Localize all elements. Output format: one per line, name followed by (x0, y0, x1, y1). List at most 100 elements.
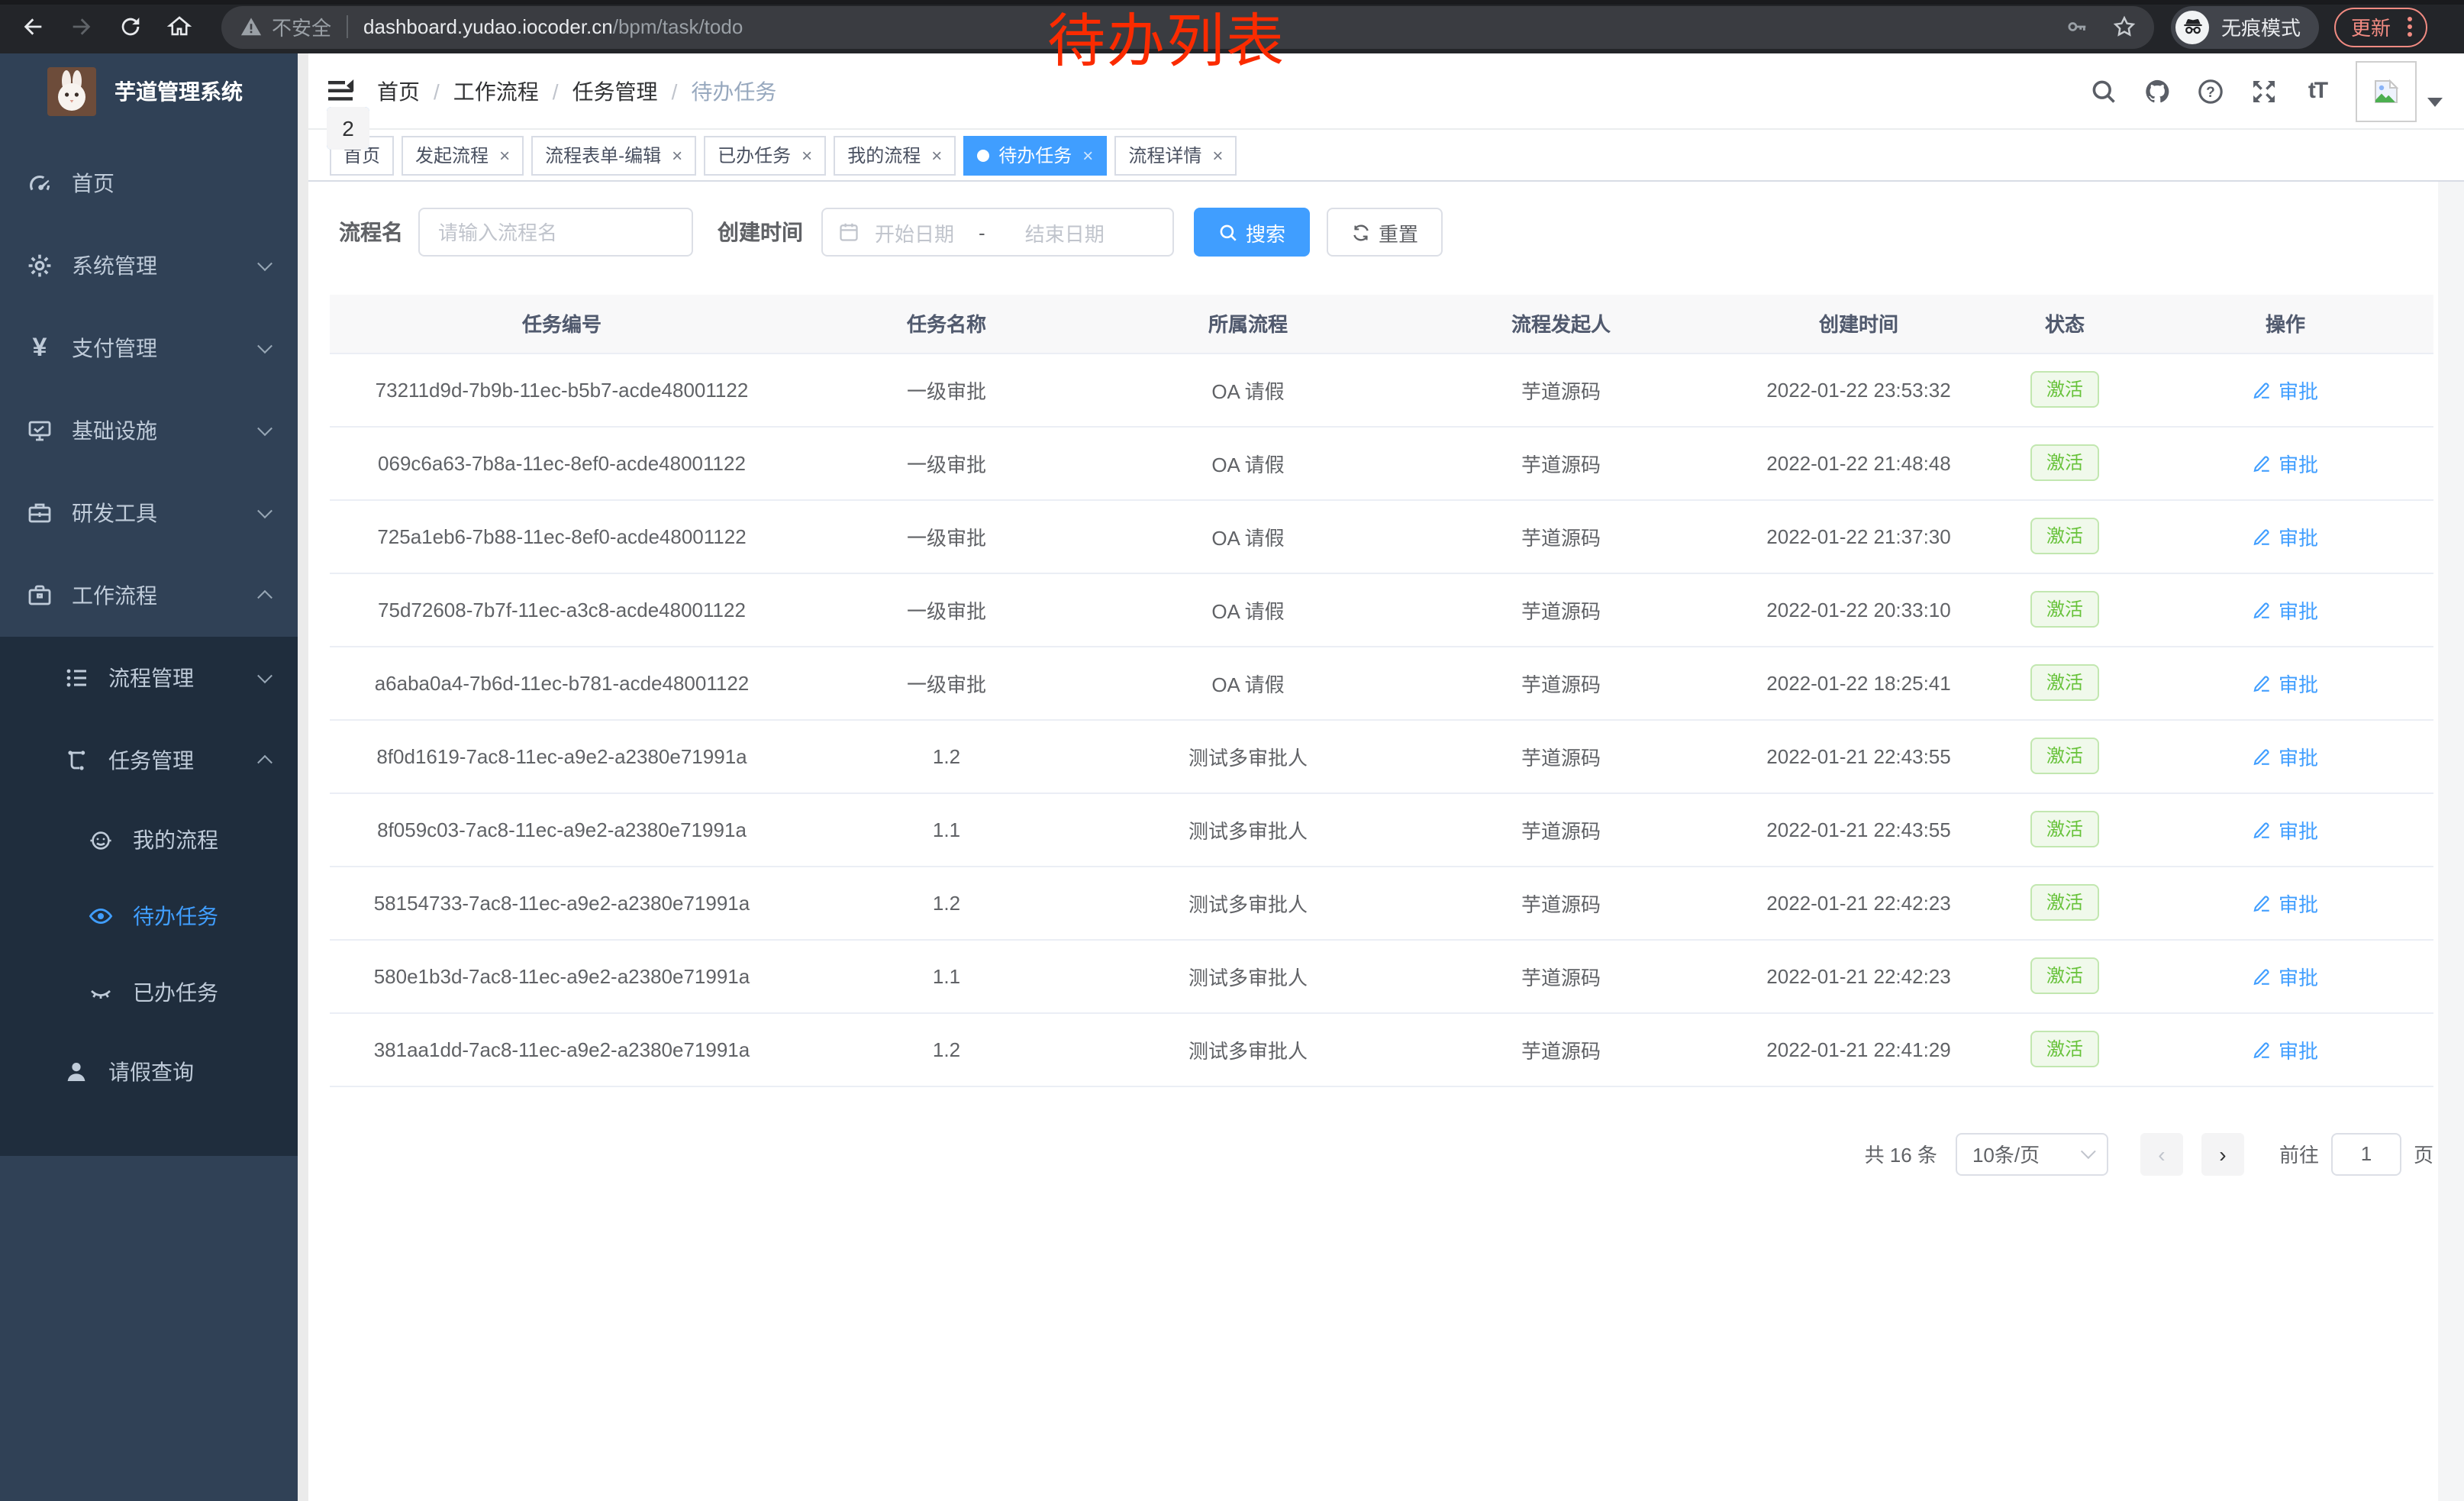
reset-button-label: 重置 (1379, 218, 1418, 247)
avatar[interactable] (2356, 60, 2417, 121)
avatar-dropdown-caret[interactable] (2427, 97, 2443, 106)
start-date-placeholder: 开始日期 (875, 218, 954, 247)
tab-my-process[interactable]: 我的流程 × (834, 135, 956, 175)
app-logo[interactable]: 芋道管理系统 (0, 53, 298, 130)
sidebar-item-process-management[interactable]: 流程管理 (0, 637, 298, 719)
app-title: 芋道管理系统 (114, 76, 243, 107)
process-name-input[interactable] (418, 208, 693, 257)
approve-button[interactable]: 审批 (2253, 1035, 2318, 1064)
page-annotation: 待办列表 (1047, 9, 1285, 76)
hamburger-icon[interactable] (328, 79, 354, 102)
task-starter: 芋道源码 (1397, 939, 1725, 1012)
close-icon[interactable]: × (499, 146, 510, 164)
status-badge: 激活 (2031, 811, 2098, 847)
approve-button[interactable]: 审批 (2253, 448, 2318, 477)
sidebar-item-infrastructure[interactable]: 基础设施 (0, 389, 298, 472)
sidebar-item-workflow[interactable]: 工作流程 (0, 554, 298, 637)
sidebar-item-system[interactable]: 系统管理 (0, 224, 298, 307)
sidebar-item-payment[interactable]: ¥ 支付管理 (0, 307, 298, 389)
task-flow: OA 请假 (1099, 573, 1397, 646)
browser-home-button[interactable] (159, 6, 200, 47)
browser-back-button[interactable] (12, 6, 53, 47)
status-badge: 激活 (2031, 1031, 2098, 1067)
task-id: 75d72608-7b7f-11ec-a3c8-acde48001122 (330, 573, 794, 646)
approve-button[interactable]: 审批 (2253, 815, 2318, 844)
close-icon[interactable]: × (931, 146, 942, 164)
breadcrumb-home[interactable]: 首页 (377, 76, 420, 106)
tags-view-bar: 首页 发起流程 × 流程表单-编辑 × 已办任务 × 我的流程 × (308, 130, 2464, 182)
close-icon[interactable]: × (1082, 146, 1093, 164)
browser-reload-button[interactable] (110, 6, 151, 47)
task-id: 73211d9d-7b9b-11ec-b5b7-acde48001122 (330, 353, 794, 426)
status-badge: 激活 (2031, 371, 2098, 408)
prev-page-button[interactable]: ‹ (2140, 1132, 2183, 1175)
breadcrumb-task-management[interactable]: 任务管理 (572, 76, 658, 106)
flow-tree-icon (64, 748, 89, 773)
task-starter: 芋道源码 (1397, 426, 1725, 499)
sidebar-item-done-tasks[interactable]: 已办任务 (0, 954, 298, 1031)
tab-todo-tasks[interactable]: 待办任务 × (963, 135, 1107, 175)
sidebar-item-my-process[interactable]: 我的流程 (0, 802, 298, 878)
next-page-button[interactable]: › (2201, 1132, 2244, 1175)
task-name: 一级审批 (794, 499, 1099, 573)
tab-process-form-edit[interactable]: 流程表单-编辑 × (531, 135, 696, 175)
approve-label: 审批 (2279, 815, 2318, 844)
reset-button[interactable]: 重置 (1327, 208, 1443, 257)
approve-button[interactable]: 审批 (2253, 375, 2318, 404)
close-icon[interactable]: × (1212, 146, 1223, 164)
sidebar-item-label: 请假查询 (108, 1057, 194, 1087)
approve-button[interactable]: 审批 (2253, 741, 2318, 770)
header-search-icon[interactable] (2088, 76, 2119, 106)
sidebar-item-todo-tasks[interactable]: 待办任务 (0, 878, 298, 954)
font-size-icon[interactable]: tT (2302, 76, 2333, 106)
goto-page-input[interactable] (2331, 1132, 2401, 1175)
sidebar-item-task-management[interactable]: 任务管理 (0, 719, 298, 802)
column-header: 操作 (2137, 295, 2433, 353)
page-size-select[interactable]: 10条/页 (1956, 1132, 2108, 1175)
browser-update-button[interactable]: 更新 (2334, 7, 2427, 47)
status-badge: 激活 (2031, 664, 2098, 701)
browser-menu-icon[interactable] (2403, 17, 2417, 37)
approve-button[interactable]: 审批 (2253, 521, 2318, 550)
help-icon[interactable]: ? (2195, 76, 2226, 106)
sidebar-menu: 首页 系统管理 ¥ 支付管理 (0, 142, 298, 1156)
task-create-time: 2022-01-22 20:33:10 (1725, 573, 1992, 646)
date-range-picker[interactable]: 开始日期 - 结束日期 (821, 208, 1174, 257)
tab-process-detail[interactable]: 流程详情 × (1114, 135, 1237, 175)
tab-label: 已办任务 (718, 142, 791, 168)
approve-button[interactable]: 审批 (2253, 961, 2318, 990)
bookmark-star-icon[interactable] (2113, 15, 2136, 38)
approve-button[interactable]: 审批 (2253, 668, 2318, 697)
approve-button[interactable]: 审批 (2253, 595, 2318, 624)
task-name: 1.2 (794, 1012, 1099, 1086)
breadcrumb-workflow[interactable]: 工作流程 (453, 76, 539, 106)
chevron-down-icon (257, 338, 273, 353)
sidebar-item-devtools[interactable]: 研发工具 (0, 472, 298, 554)
date-range-separator: - (979, 221, 985, 244)
back-arrow-icon (20, 14, 46, 40)
fullscreen-icon[interactable] (2249, 76, 2279, 106)
end-date-placeholder: 结束日期 (1025, 218, 1105, 247)
close-icon[interactable]: × (672, 146, 682, 164)
search-button[interactable]: 搜索 (1194, 208, 1310, 257)
approve-label: 审批 (2279, 888, 2318, 917)
tab-label: 流程表单-编辑 (545, 142, 661, 168)
close-icon[interactable]: × (801, 146, 812, 164)
status-badge: 激活 (2031, 884, 2098, 921)
approve-button[interactable]: 审批 (2253, 888, 2318, 917)
edit-pencil-icon (2253, 526, 2272, 546)
page-button-2[interactable]: 2 (327, 107, 369, 150)
edit-pencil-icon (2253, 746, 2272, 766)
github-icon[interactable] (2142, 76, 2172, 106)
sidebar-item-home[interactable]: 首页 (0, 142, 298, 224)
tab-start-process[interactable]: 发起流程 × (402, 135, 524, 175)
breadcrumb-separator: / (672, 79, 678, 103)
page-scrollbar[interactable] (2438, 53, 2464, 1501)
sidebar-item-label: 系统管理 (72, 250, 157, 281)
sidebar-item-leave-query[interactable]: 请假查询 (0, 1031, 298, 1113)
tab-done-tasks[interactable]: 已办任务 × (704, 135, 826, 175)
task-flow: OA 请假 (1099, 426, 1397, 499)
browser-forward-button[interactable] (61, 6, 102, 47)
password-key-icon[interactable] (2066, 15, 2088, 38)
home-icon (166, 14, 192, 40)
